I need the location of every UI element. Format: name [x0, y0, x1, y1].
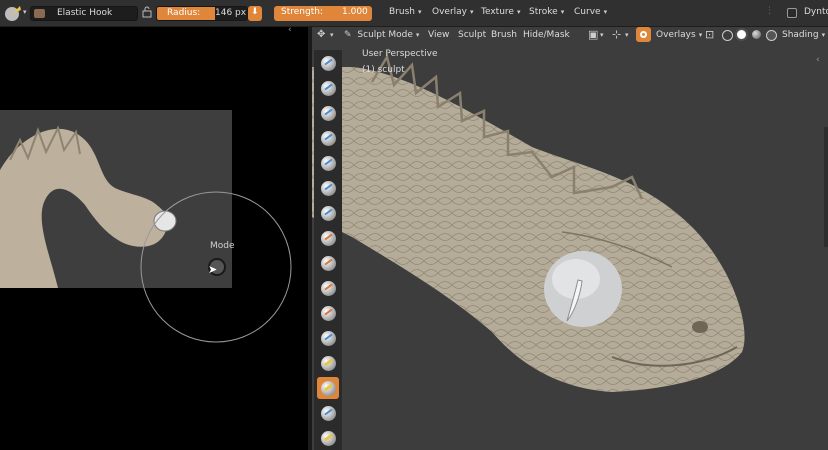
overlays-icon — [640, 31, 647, 38]
shading-dropdown[interactable]: Shading ▾ — [782, 30, 825, 40]
flatten-tool[interactable] — [317, 302, 339, 324]
draw-icon — [320, 55, 336, 71]
radius-field[interactable]: Radius: 146 px — [156, 6, 248, 21]
chevron-down-icon: ▾ — [821, 31, 826, 39]
menu-hide-mask[interactable]: Hide/Mask — [523, 30, 570, 40]
solid-shading-icon[interactable] — [735, 28, 748, 41]
navigation-gizmo-edge[interactable] — [824, 127, 828, 247]
brush-selector[interactable]: Elastic Hook — [30, 6, 138, 21]
chevron-down-icon: ▾ — [415, 31, 420, 39]
elastic-hook-icon — [320, 380, 336, 396]
panel-collapse-icon[interactable]: ‹ — [288, 25, 292, 35]
material-shading-icon[interactable] — [752, 30, 761, 39]
chevron-down-icon[interactable]: ▾ — [23, 8, 27, 16]
overlays-toggle[interactable] — [636, 27, 651, 42]
chevron-down-icon[interactable]: ▾ — [625, 31, 629, 39]
overlays-dropdown[interactable]: Overlays ▾ — [656, 30, 702, 40]
menu-stroke[interactable]: Stroke ▾ — [529, 7, 564, 17]
strength-value: 1.000 — [342, 7, 368, 17]
fill-icon — [320, 330, 336, 346]
cursor-label: Mode — [210, 241, 235, 251]
viewport-header: ✥ ▾ ✎ Sculpt Mode ▾ View Sculpt Brush Hid… — [312, 27, 828, 44]
scrape-tool[interactable] — [317, 352, 339, 374]
menu-view[interactable]: View — [428, 30, 449, 40]
draw-sharp-icon — [320, 80, 336, 96]
inflate-tool[interactable] — [317, 202, 339, 224]
dyntopo-checkbox[interactable] — [787, 8, 797, 18]
perspective-text: User Perspective — [362, 49, 438, 59]
sculpt-model — [312, 53, 745, 392]
crease-tool[interactable] — [317, 252, 339, 274]
tool-settings-header: ▾ Elastic Hook Radius: 146 px ⬇ Strength… — [0, 0, 828, 27]
menu-texture[interactable]: Texture ▾ — [481, 7, 520, 17]
chevron-down-icon: ▾ — [417, 8, 422, 16]
crease-icon — [320, 255, 336, 271]
inflate-icon — [320, 205, 336, 221]
menu-overlay[interactable]: Overlay ▾ — [432, 7, 474, 17]
smooth-tool[interactable] — [317, 277, 339, 299]
layer-icon — [320, 180, 336, 196]
flatten-icon — [320, 305, 336, 321]
elastic-hook-tool[interactable] — [317, 377, 339, 399]
chevron-down-icon: ▾ — [516, 8, 521, 16]
arrow-down-icon: ⬇ — [251, 7, 259, 17]
sculpt-toolbar — [314, 50, 342, 450]
pinch-icon — [320, 405, 336, 421]
dots-separator-icon: ⋮ — [765, 6, 774, 16]
draw-sharp-tool[interactable] — [317, 77, 339, 99]
mode-selector[interactable]: ✎ Sculpt Mode ▾ — [344, 30, 419, 40]
menu-curve[interactable]: Curve ▾ — [574, 7, 607, 17]
mouse-pointer-icon: ➤ — [208, 263, 218, 276]
object-name-text: (1) sculpt — [362, 65, 405, 75]
clay-tool[interactable] — [317, 102, 339, 124]
clay-thumb-tool[interactable] — [317, 152, 339, 174]
rendered-shading-icon[interactable] — [766, 30, 777, 41]
strength-field[interactable]: Strength: 1.000 — [274, 6, 372, 21]
blob-icon — [320, 230, 336, 246]
chevron-down-icon: ▾ — [560, 8, 565, 16]
editor-type-icon[interactable]: ✥ — [317, 29, 325, 40]
reference-panel: ‹ Mode ➤ — [0, 25, 308, 450]
menu-sculpt[interactable]: Sculpt — [458, 30, 486, 40]
menu-viewport-brush[interactable]: Brush — [491, 30, 517, 40]
strength-label: Strength: — [281, 7, 323, 17]
fill-tool[interactable] — [317, 327, 339, 349]
chevron-down-icon: ▾ — [698, 31, 703, 39]
sculpt-brush-icon: ✎ — [344, 30, 352, 40]
3d-viewport[interactable]: ✥ ▾ ✎ Sculpt Mode ▾ View Sculpt Brush Hid… — [312, 27, 828, 450]
grab-tool[interactable] — [317, 427, 339, 449]
solid-dot — [737, 30, 746, 39]
layer-tool[interactable] — [317, 177, 339, 199]
clay-thumb-icon — [320, 155, 336, 171]
radius-value: 146 px — [215, 8, 247, 18]
chevron-down-icon[interactable]: ▾ — [600, 31, 604, 39]
scrape-icon — [320, 355, 336, 371]
brush-thumbnail-icon — [34, 9, 45, 18]
chevron-down-icon[interactable]: ▾ — [330, 31, 334, 39]
gizmo-icon[interactable]: ⊹ — [612, 28, 621, 41]
fake-user-icon[interactable] — [142, 6, 152, 18]
clay-strips-tool[interactable] — [317, 127, 339, 149]
clay-strips-icon — [320, 130, 336, 146]
dyntopo-label: Dynto — [804, 7, 828, 17]
grab-icon — [320, 430, 336, 446]
sidebar-toggle-icon[interactable]: ‹ — [816, 55, 820, 65]
blob-tool[interactable] — [317, 227, 339, 249]
chevron-down-icon: ▾ — [470, 8, 474, 16]
clay-icon — [320, 105, 336, 121]
view-layer-icon[interactable]: ▣ — [588, 28, 598, 41]
pinch-tool[interactable] — [317, 402, 339, 424]
sculpt-tool-icon[interactable] — [3, 3, 23, 23]
smooth-icon — [320, 280, 336, 296]
radius-label: Radius: — [167, 8, 201, 18]
draw-tool[interactable] — [317, 52, 339, 74]
brush-name: Elastic Hook — [57, 8, 113, 18]
chevron-down-icon: ▾ — [603, 8, 608, 16]
radius-unit-toggle[interactable]: ⬇ — [248, 6, 262, 21]
xray-toggle-icon[interactable]: ⊡ — [705, 28, 714, 41]
wireframe-shading-icon[interactable] — [722, 30, 733, 41]
menu-brush[interactable]: Brush ▾ — [389, 7, 422, 17]
